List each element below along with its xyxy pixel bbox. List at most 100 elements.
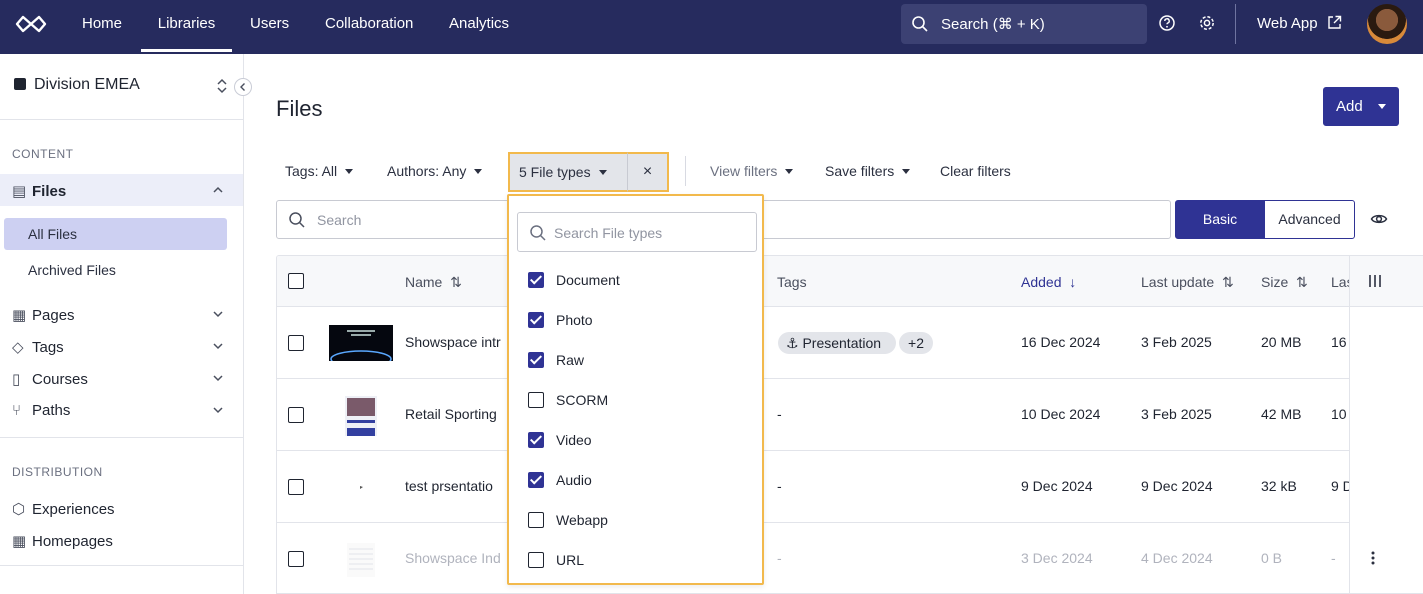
more-tags-chip[interactable]: +2 bbox=[899, 332, 933, 354]
file-type-option-video[interactable]: Video bbox=[528, 430, 748, 450]
nav-users[interactable]: Users bbox=[250, 0, 289, 54]
last-update-date: 3 Feb 2025 bbox=[1141, 334, 1212, 350]
size-column-header[interactable]: Size ⇅ bbox=[1261, 274, 1308, 291]
chevron-down-icon[interactable] bbox=[212, 341, 224, 351]
chevron-up-icon[interactable] bbox=[212, 185, 224, 195]
file-type-option-scorm[interactable]: SCORM bbox=[528, 390, 748, 410]
file-type-option-audio[interactable]: Audio bbox=[528, 470, 748, 490]
eye-icon[interactable] bbox=[1370, 210, 1388, 228]
tag-chip-label: Presentation bbox=[802, 335, 882, 351]
tag-icon: ◇ bbox=[12, 339, 24, 356]
table-row[interactable]: Retail Sporting - 10 Dec 2024 3 Feb 2025… bbox=[277, 379, 1423, 451]
file-name[interactable]: Retail Sporting bbox=[405, 406, 497, 422]
file-type-checkbox[interactable] bbox=[528, 432, 544, 448]
last-update-column-header[interactable]: Last update ⇅ bbox=[1141, 274, 1234, 291]
file-types-filter[interactable]: 5 File types bbox=[508, 152, 628, 192]
all-files-label[interactable]: All Files bbox=[28, 226, 77, 242]
caret-down-icon bbox=[474, 169, 483, 174]
table-row[interactable]: test prsentatio - 9 Dec 2024 9 Dec 2024 … bbox=[277, 451, 1423, 523]
file-name[interactable]: Showspace intr bbox=[405, 334, 501, 350]
nav-divider bbox=[1235, 4, 1236, 44]
advanced-mode-button[interactable]: Advanced bbox=[1264, 200, 1355, 239]
sidebar-item-courses[interactable]: ▯ Courses bbox=[12, 370, 88, 388]
row-checkbox[interactable] bbox=[288, 551, 304, 567]
chevron-down-icon[interactable] bbox=[212, 405, 224, 415]
tags-filter-label: Tags: All bbox=[285, 163, 338, 179]
chevron-down-icon[interactable] bbox=[212, 373, 224, 383]
search-icon bbox=[530, 225, 546, 241]
sidebar-item-archived-files[interactable]: Archived Files bbox=[28, 262, 116, 278]
external-link-icon[interactable] bbox=[1327, 15, 1342, 30]
tag-chip[interactable]: ⚓ Presentation bbox=[778, 332, 896, 354]
file-type-option-photo[interactable]: Photo bbox=[528, 310, 748, 330]
sidebar-item-homepages[interactable]: ▦ Homepages bbox=[12, 532, 113, 550]
basic-mode-button[interactable]: Basic bbox=[1175, 200, 1265, 239]
nav-analytics[interactable]: Analytics bbox=[449, 0, 509, 54]
avatar[interactable] bbox=[1367, 4, 1407, 44]
file-type-option-webapp[interactable]: Webapp bbox=[528, 510, 748, 530]
nav-collaboration[interactable]: Collaboration bbox=[325, 0, 413, 54]
clear-filters-button[interactable]: Clear filters bbox=[940, 163, 1011, 179]
row-checkbox[interactable] bbox=[288, 407, 304, 423]
files-label: Files bbox=[32, 183, 67, 200]
chevron-up-down-icon[interactable] bbox=[216, 78, 228, 94]
save-filters-menu[interactable]: Save filters bbox=[825, 163, 911, 179]
file-type-option-raw[interactable]: Raw bbox=[528, 350, 748, 370]
global-search[interactable]: Search (⌘ + K) bbox=[901, 4, 1147, 44]
file-type-label: Raw bbox=[556, 352, 585, 368]
added-column-header[interactable]: Added ↓ bbox=[1021, 274, 1076, 290]
row-checkbox[interactable] bbox=[288, 335, 304, 351]
file-name[interactable]: test prsentatio bbox=[405, 478, 493, 494]
sidebar-item-files-label[interactable]: ▤ Files bbox=[12, 182, 66, 200]
file-type-checkbox[interactable] bbox=[528, 312, 544, 328]
tags-filter[interactable]: Tags: All bbox=[285, 163, 354, 179]
sidebar-item-pages[interactable]: ▦ Pages bbox=[12, 306, 75, 324]
paths-label: Paths bbox=[32, 402, 71, 419]
division-selector[interactable]: Division EMEA bbox=[14, 76, 140, 94]
more-options-icon[interactable] bbox=[1370, 550, 1376, 566]
chevron-down-icon[interactable] bbox=[212, 309, 224, 319]
name-column-header[interactable]: Name ⇅ bbox=[405, 274, 462, 291]
file-type-checkbox[interactable] bbox=[528, 512, 544, 528]
collapse-sidebar-button[interactable] bbox=[234, 78, 252, 96]
file-type-checkbox[interactable] bbox=[528, 552, 544, 568]
gear-icon[interactable] bbox=[1198, 14, 1216, 32]
file-type-checkbox[interactable] bbox=[528, 472, 544, 488]
file-size: 20 MB bbox=[1261, 334, 1302, 350]
size-header-label: Size bbox=[1261, 274, 1289, 290]
file-name[interactable]: Showspace Ind bbox=[405, 550, 501, 566]
view-filters-menu[interactable]: View filters bbox=[710, 163, 794, 179]
sort-icon: ⇅ bbox=[1292, 274, 1308, 290]
logo-icon[interactable] bbox=[14, 13, 48, 35]
last-update-header-label: Last update bbox=[1141, 274, 1215, 290]
file-type-option-url[interactable]: URL bbox=[528, 550, 748, 570]
help-icon[interactable] bbox=[1158, 14, 1176, 32]
row-checkbox[interactable] bbox=[288, 479, 304, 495]
table-row[interactable]: Showspace intr ⚓ Presentation +2 16 Dec … bbox=[277, 307, 1423, 379]
nav-home[interactable]: Home bbox=[82, 0, 122, 54]
truncated-cell: - bbox=[1331, 550, 1336, 566]
page-title: Files bbox=[276, 96, 323, 121]
added-date: 3 Dec 2024 bbox=[1021, 550, 1093, 566]
file-type-option-document[interactable]: Document bbox=[528, 270, 748, 290]
add-button[interactable]: Add bbox=[1323, 87, 1399, 126]
distribution-heading: DISTRIBUTION bbox=[12, 465, 103, 479]
select-all-checkbox[interactable] bbox=[288, 273, 304, 289]
nav-libraries[interactable]: Libraries bbox=[141, 0, 232, 52]
file-type-label: Document bbox=[556, 272, 620, 288]
chevron-left-icon bbox=[240, 83, 245, 91]
file-type-checkbox[interactable] bbox=[528, 392, 544, 408]
added-date: 9 Dec 2024 bbox=[1021, 478, 1093, 494]
sidebar-item-experiences[interactable]: ⬡ Experiences bbox=[12, 500, 115, 518]
sidebar-item-paths[interactable]: ⑂ Paths bbox=[12, 402, 70, 419]
web-app-link[interactable]: Web App bbox=[1257, 15, 1318, 32]
file-type-checkbox[interactable] bbox=[528, 272, 544, 288]
clear-file-types-button[interactable]: × bbox=[627, 152, 669, 192]
columns-icon[interactable] bbox=[1368, 274, 1382, 288]
sidebar-item-tags[interactable]: ◇ Tags bbox=[12, 338, 64, 356]
file-types-search-input[interactable]: Search File types bbox=[517, 212, 757, 252]
table-row[interactable]: Showspace Ind - 3 Dec 2024 4 Dec 2024 0 … bbox=[277, 523, 1423, 593]
authors-filter[interactable]: Authors: Any bbox=[387, 163, 483, 179]
caret-down-icon bbox=[902, 169, 911, 174]
file-type-checkbox[interactable] bbox=[528, 352, 544, 368]
